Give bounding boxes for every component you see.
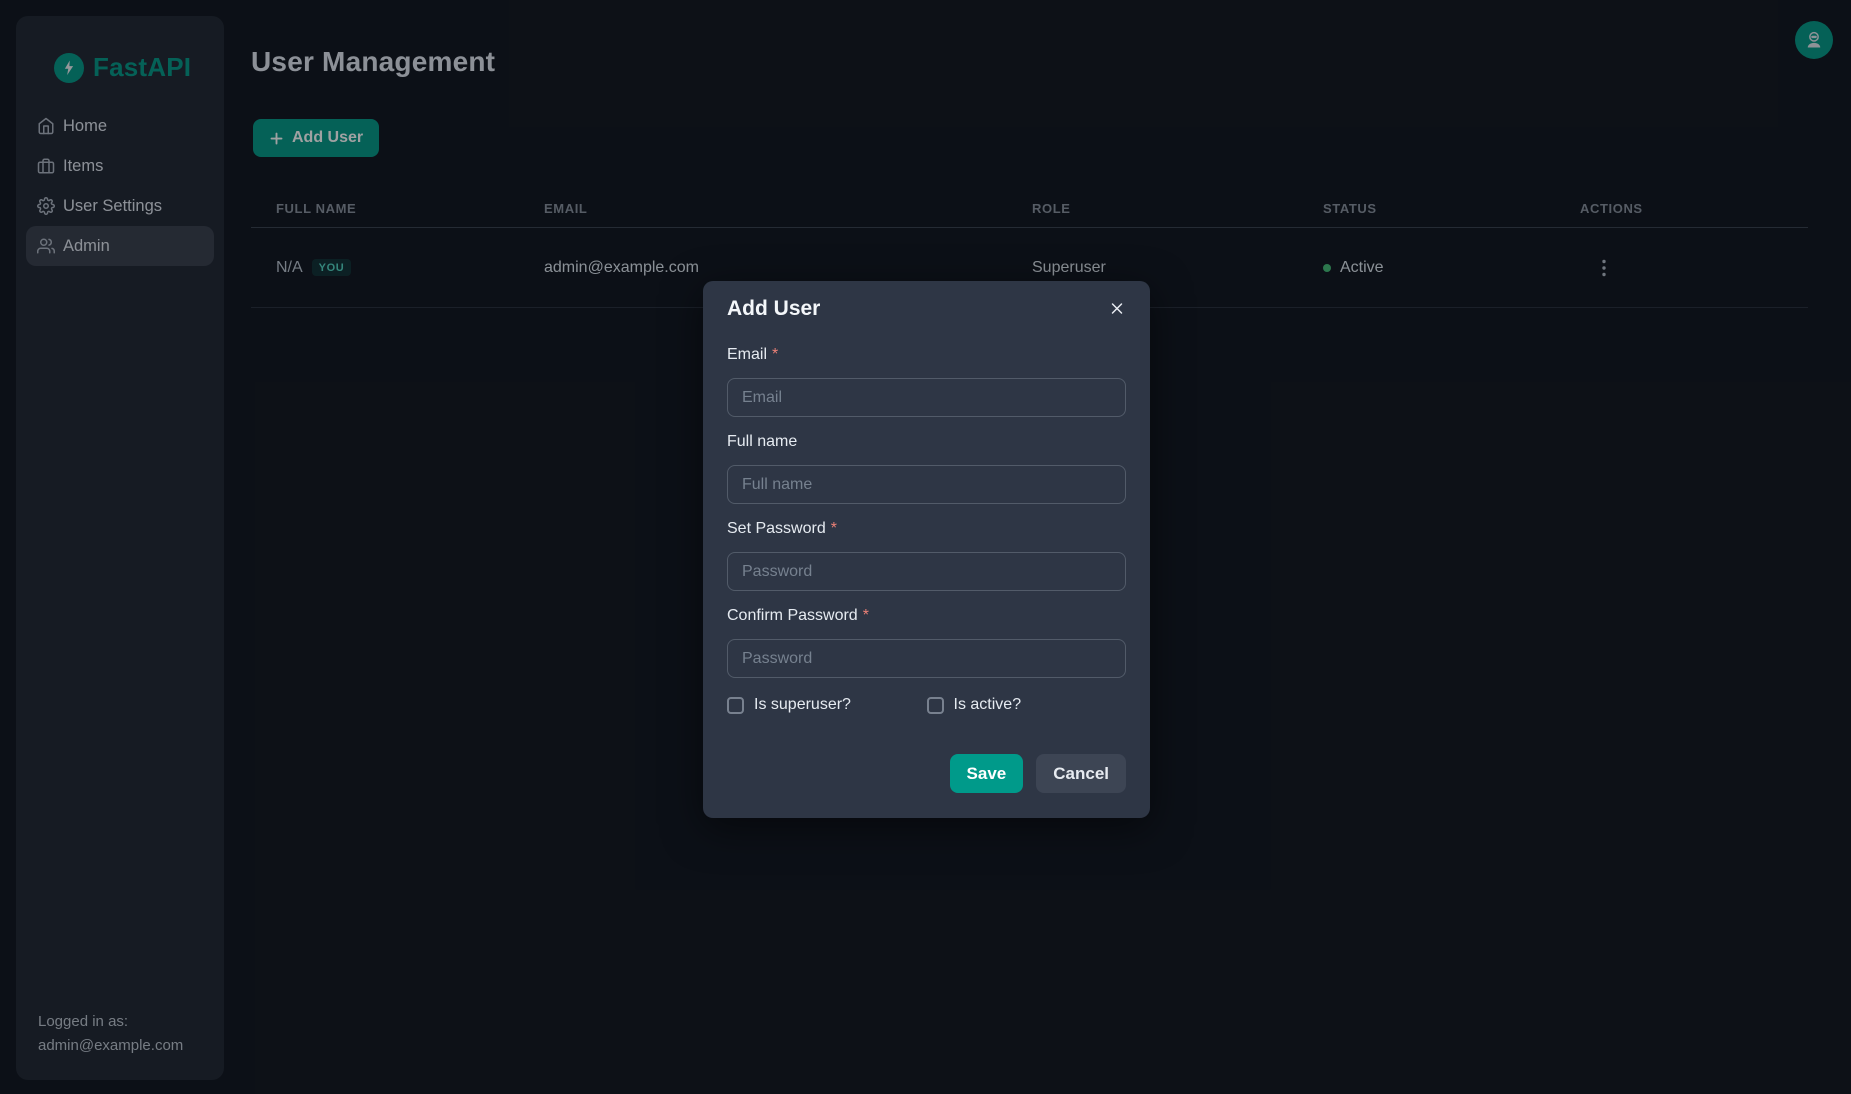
email-field[interactable] [727, 378, 1126, 417]
modal-title: Add User [727, 297, 820, 320]
field-label-text: Full name [727, 433, 797, 450]
add-user-modal: Add User Email * Full name Set Password * [703, 281, 1150, 818]
set-password-label: Set Password * [727, 520, 1126, 538]
checkbox-box[interactable] [727, 697, 744, 714]
confirm-password-label: Confirm Password * [727, 607, 1126, 625]
required-asterisk: * [831, 520, 837, 537]
full-name-label: Full name [727, 433, 1126, 451]
cancel-button[interactable]: Cancel [1036, 754, 1126, 793]
modal-body: Email * Full name Set Password * Confirm P… [727, 346, 1126, 714]
field-label-text: Set Password [727, 520, 826, 537]
required-asterisk: * [772, 346, 778, 363]
full-name-field-group: Full name [727, 433, 1126, 504]
modal-close-button[interactable] [1102, 293, 1132, 323]
confirm-password-field[interactable] [727, 639, 1126, 678]
field-label-text: Email [727, 346, 767, 363]
save-button[interactable]: Save [950, 754, 1024, 793]
is-active-checkbox[interactable]: Is active? [927, 696, 1127, 714]
required-asterisk: * [863, 607, 869, 624]
email-label: Email * [727, 346, 1126, 364]
set-password-field[interactable] [727, 552, 1126, 591]
confirm-password-field-group: Confirm Password * [727, 607, 1126, 678]
email-field-group: Email * [727, 346, 1126, 417]
checkbox-row: Is superuser? Is active? [727, 696, 1126, 714]
full-name-field[interactable] [727, 465, 1126, 504]
close-icon [1108, 299, 1126, 318]
checkbox-label: Is active? [954, 696, 1022, 714]
modal-footer: Save Cancel [727, 754, 1126, 793]
field-label-text: Confirm Password [727, 607, 858, 624]
is-superuser-checkbox[interactable]: Is superuser? [727, 696, 927, 714]
checkbox-box[interactable] [927, 697, 944, 714]
set-password-field-group: Set Password * [727, 520, 1126, 591]
checkbox-label: Is superuser? [754, 696, 851, 714]
modal-header: Add User [727, 297, 1126, 322]
